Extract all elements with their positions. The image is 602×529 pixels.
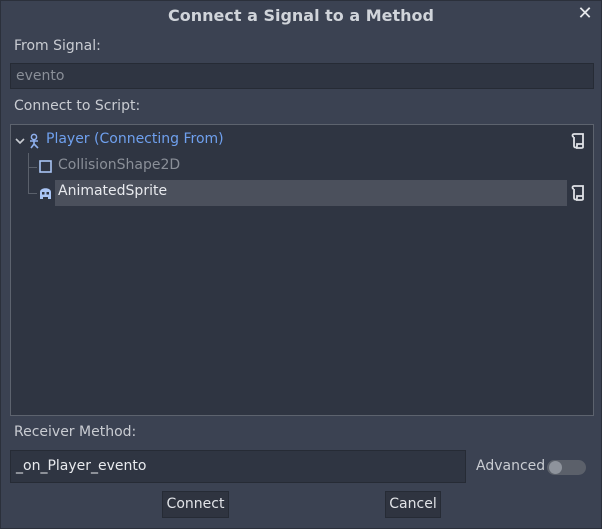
connect-button[interactable]: Connect [162,491,229,518]
dialog-title: Connect a Signal to a Method [168,6,434,25]
toggle-knob [549,461,562,474]
collision-shape-icon [39,160,53,174]
cancel-button[interactable]: Cancel [385,491,441,518]
receiver-method-label: Receiver Method: [14,424,137,440]
close-icon[interactable]: ✕ [575,4,595,24]
node2d-player-icon [27,133,43,149]
tree-item-collisionshape2d[interactable]: CollisionShape2D [11,154,593,180]
tree-item-animatedsprite[interactable]: AnimatedSprite [11,180,593,206]
from-signal-field[interactable]: evento [10,63,594,89]
advanced-toggle[interactable] [547,460,586,475]
script-icon[interactable] [571,133,585,149]
tree-item-label: Player (Connecting From) [46,131,224,147]
chevron-down-icon[interactable] [15,134,25,145]
script-icon[interactable] [571,185,585,201]
tree-item-label: AnimatedSprite [58,183,168,199]
advanced-label: Advanced [476,458,546,474]
connect-signal-dialog: Connect a Signal to a Method ✕ From Sign… [0,0,602,529]
from-signal-label: From Signal: [14,38,101,54]
animated-sprite-icon [38,186,53,201]
tree-item-label: CollisionShape2D [58,157,181,173]
receiver-method-input[interactable]: _on_Player_evento [10,450,466,483]
connect-to-script-label: Connect to Script: [14,98,141,114]
tree-item-player[interactable]: Player (Connecting From) [11,128,593,154]
scene-tree[interactable]: Player (Connecting From) CollisionShape2… [10,124,594,416]
title-bar: Connect a Signal to a Method ✕ [1,1,601,31]
